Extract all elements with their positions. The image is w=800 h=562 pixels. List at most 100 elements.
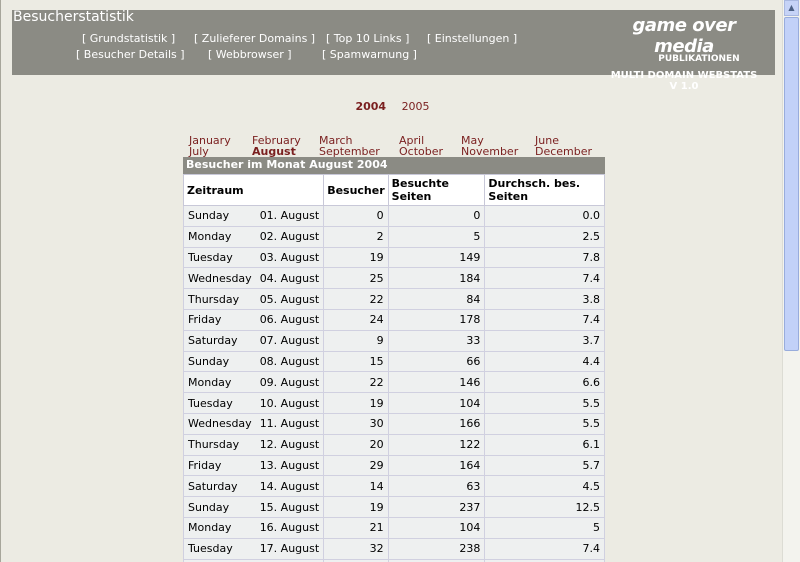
table-row: Sunday 08. August 15 66 4.4 [182,350,605,373]
table-row: Thursday 05. August 22 84 3.8 [182,288,605,310]
vertical-scrollbar[interactable]: ▲ [782,0,800,562]
row-date: 04. August [255,267,325,290]
row-date: 13. August [255,454,325,477]
row-avg-pages: 2.5 [484,225,605,248]
row-avg-pages: 7.4 [484,267,605,290]
col-header-besucher: Besucher [323,174,389,206]
col-header-zeitraum: Zeitraum [182,174,325,206]
page: Besucherstatistik [ Grundstatistik ] [ Z… [0,0,783,562]
row-day: Sunday [182,496,256,518]
nav-einstellungen[interactable]: [ Einstellungen ] [427,32,517,45]
row-avg-pages: 7.4 [484,537,605,560]
month-link-october[interactable]: October [399,146,443,157]
nav-grundstatistik[interactable]: [ Grundstatistik ] [82,32,175,45]
row-pages: 178 [387,308,486,331]
month-link-august[interactable]: August [252,146,296,157]
table-row: Saturday 07. August 9 33 3.7 [182,329,605,352]
month-link-december[interactable]: December [535,146,592,157]
row-day: Friday [182,454,256,477]
row-pages: 104 [387,392,486,414]
row-visitors: 30 [323,412,389,435]
table-row: Thursday 12. August 20 122 6.1 [182,433,605,456]
row-avg-pages: 4.5 [484,475,605,498]
brand-logo: game over media [632,15,736,57]
scroll-thumb[interactable] [784,17,799,351]
row-visitors: 15 [323,350,389,373]
row-date: 05. August [255,288,325,310]
row-pages: 166 [387,412,486,435]
row-visitors: 20 [323,433,389,456]
row-date: 17. August [255,537,325,560]
row-day: Monday [182,516,256,539]
table-row: Friday 13. August 29 164 5.7 [182,454,605,477]
row-visitors: 2 [323,225,389,248]
row-pages: 5 [387,225,486,248]
table-body: Sunday 01. August 0 0 0.0 Monday 02. August 2 5 2… [182,205,605,562]
row-pages: 104 [387,516,486,539]
table-row: Saturday 14. August 14 63 4.5 [182,475,605,498]
row-day: Monday [182,371,256,394]
row-date: 10. August [255,392,325,414]
row-date: 03. August [255,246,325,269]
row-day: Tuesday [182,246,256,269]
row-visitors: 22 [323,288,389,310]
year-link-2005[interactable]: 2005 [402,100,430,113]
table-row: Wednesday 04. August 25 184 7.4 [182,267,605,290]
row-pages: 122 [387,433,486,456]
scroll-up-icon[interactable]: ▲ [784,0,799,16]
row-pages: 237 [387,496,486,518]
row-date: 15. August [255,496,325,518]
row-date: 08. August [255,350,325,373]
row-pages: 33 [387,329,486,352]
row-date: 11. August [255,412,325,435]
table-row: Monday 02. August 2 5 2.5 [182,225,605,248]
year-selector: 2004 2005 [1,100,783,113]
row-pages: 66 [387,350,486,373]
visitor-stats-table: Besucher im Monat August 2004 Zeitraum B… [182,157,605,562]
table-row: Tuesday 03. August 19 149 7.8 [182,246,605,269]
row-pages: 184 [387,267,486,290]
row-day: Tuesday [182,537,256,560]
row-day: Thursday [182,288,256,310]
row-day: Sunday [182,205,256,227]
row-visitors: 25 [323,267,389,290]
row-date: 09. August [255,371,325,394]
table-header-row: Zeitraum Besucher Besuchte Seiten Durchs… [182,174,605,206]
row-visitors: 21 [323,516,389,539]
row-day: Tuesday [182,392,256,414]
header-bar: Besucherstatistik [ Grundstatistik ] [ Z… [12,9,775,92]
row-avg-pages: 4.4 [484,350,605,373]
row-pages: 63 [387,475,486,498]
row-visitors: 19 [323,496,389,518]
nav-top-10-links[interactable]: [ Top 10 Links ] [326,32,409,45]
row-avg-pages: 12.5 [484,496,605,518]
nav-zulieferer-domains[interactable]: [ Zulieferer Domains ] [194,32,315,45]
row-day: Thursday [182,433,256,456]
table-row: Tuesday 17. August 32 238 7.4 [182,537,605,560]
row-visitors: 9 [323,329,389,352]
row-avg-pages: 0.0 [484,205,605,227]
month-link-july[interactable]: July [189,146,209,157]
table-row: Sunday 15. August 19 237 12.5 [182,496,605,518]
col-header-besuchte-seiten: Besuchte Seiten [387,174,486,206]
table-row: Monday 09. August 22 146 6.6 [182,371,605,394]
row-date: 02. August [255,225,325,248]
month-link-september[interactable]: September [319,146,380,157]
nav-webbrowser[interactable]: [ Webbrowser ] [208,48,292,61]
month-link-november[interactable]: November [461,146,518,157]
row-visitors: 24 [323,308,389,331]
row-visitors: 0 [323,205,389,227]
nav-spamwarnung[interactable]: [ Spamwarnung ] [322,48,417,61]
row-date: 14. August [255,475,325,498]
row-avg-pages: 5.5 [484,392,605,414]
row-date: 16. August [255,516,325,539]
row-avg-pages: 5.5 [484,412,605,435]
table-row: Monday 16. August 21 104 5 [182,516,605,539]
row-day: Wednesday [182,267,256,290]
row-date: 01. August [255,205,325,227]
row-day: Friday [182,308,256,331]
year-link-2004[interactable]: 2004 [355,100,386,113]
row-visitors: 29 [323,454,389,477]
nav-besucher-details[interactable]: [ Besucher Details ] [76,48,185,61]
row-day: Saturday [182,329,256,352]
